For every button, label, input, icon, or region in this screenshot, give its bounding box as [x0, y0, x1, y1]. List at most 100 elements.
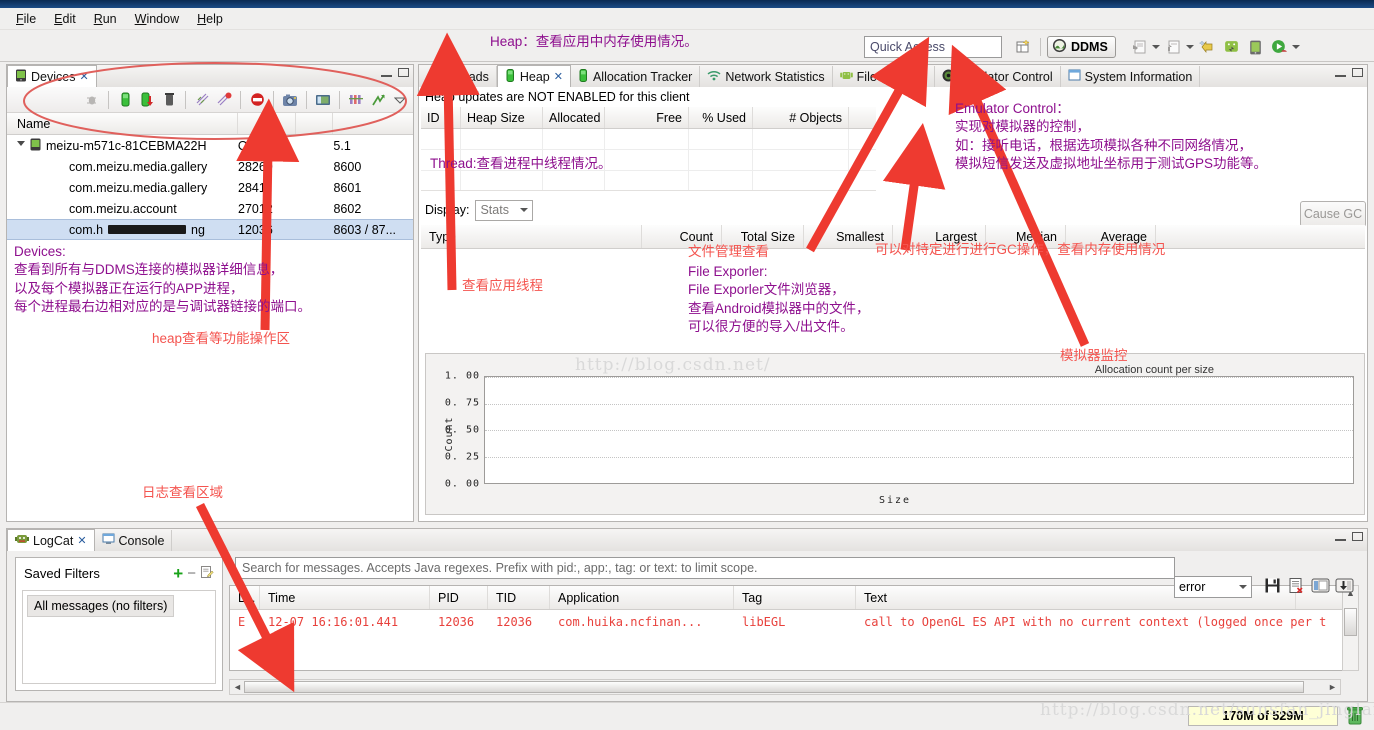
new-wizard-icon[interactable] [1012, 36, 1034, 58]
tab-system-information[interactable]: System Information [1061, 66, 1201, 87]
heap-col-free[interactable]: Free [605, 107, 689, 128]
logcat-col-application[interactable]: Application [550, 586, 734, 609]
display-select[interactable]: Stats [475, 199, 534, 221]
export-icon[interactable] [1162, 36, 1184, 58]
minimize-icon[interactable] [381, 68, 392, 77]
heap-status-indicator[interactable]: 170M of 529M [1188, 706, 1338, 726]
stats-col-count[interactable]: Count [642, 225, 722, 248]
tab-heap[interactable]: Heap ✕ [496, 65, 571, 87]
scroll-thumb-h[interactable] [244, 681, 1304, 693]
menu-item-help[interactable]: Help [189, 10, 231, 28]
table-row[interactable]: meizu-m571c-81CEBMA22H Online 5.1 [7, 135, 413, 156]
save-log-icon[interactable] [1262, 575, 1282, 595]
menu-item-run[interactable]: Run [86, 10, 125, 28]
expand-twisty-icon[interactable] [17, 141, 25, 150]
debug-icon[interactable] [83, 91, 101, 109]
chevron-down-icon-3[interactable] [1292, 45, 1300, 49]
minus-icon[interactable]: − [187, 566, 196, 581]
logcat-col-tag[interactable]: Tag [734, 586, 856, 609]
display-view-icon[interactable] [1310, 575, 1330, 595]
maximize-icon[interactable] [1352, 68, 1363, 77]
avd-manager-icon[interactable] [1244, 36, 1266, 58]
search-input[interactable]: Search for messages. Accepts Java regexe… [235, 557, 1175, 579]
heap-col-id[interactable]: ID [421, 107, 461, 128]
thread-update-icon[interactable] [193, 91, 211, 109]
heap-dump-icon[interactable] [138, 91, 156, 109]
table-row[interactable]: com.meizu.media.gallery 28269 8600 [7, 156, 413, 177]
scroll-left-icon[interactable]: ◄ [230, 680, 245, 694]
next-annotation-icon[interactable] [1196, 36, 1218, 58]
column-header-4[interactable] [333, 113, 413, 134]
logcat-col-tid[interactable]: TID [488, 586, 550, 609]
import-icon[interactable] [1128, 36, 1150, 58]
list-item[interactable]: All messages (no filters) [27, 595, 175, 617]
close-icon[interactable]: ✕ [554, 70, 563, 83]
edit-filter-icon[interactable] [200, 565, 214, 582]
view-menu-icon[interactable] [391, 91, 409, 109]
column-header-name[interactable]: Name [7, 113, 238, 134]
menu-item-file[interactable]: File [8, 10, 44, 28]
minimize-icon[interactable] [1335, 532, 1346, 541]
stats-col-median[interactable]: Median [986, 225, 1066, 248]
minimize-icon[interactable] [1335, 68, 1346, 77]
column-header-3[interactable] [296, 113, 334, 134]
maximize-icon[interactable] [398, 68, 409, 77]
logcat-col-level[interactable]: L... [230, 586, 260, 609]
chevron-down-icon[interactable] [1152, 45, 1160, 49]
hierarchy-viewer-icon[interactable] [369, 91, 387, 109]
logcat-col-time[interactable]: Time [260, 586, 430, 609]
table-row[interactable]: com.meizu.media.gallery 28411 8601 [7, 177, 413, 198]
close-icon[interactable]: ✕ [79, 70, 88, 83]
plus-icon[interactable]: + [173, 565, 183, 582]
stats-col-largest[interactable]: Largest [893, 225, 986, 248]
tab-emulator-control[interactable]: Emulator Control [935, 66, 1061, 87]
right-panel-tabrow: Threads Heap ✕ Allocation Tracker Networ… [419, 65, 1367, 87]
table-row[interactable]: com.meizu.account 27012 8602 [7, 198, 413, 219]
chevron-down-icon-2[interactable] [1186, 45, 1194, 49]
column-header-2[interactable] [238, 113, 296, 134]
tab-allocation-tracker[interactable]: Allocation Tracker [571, 66, 701, 87]
menu-item-edit[interactable]: Edit [46, 10, 84, 28]
stats-col-average[interactable]: Average [1066, 225, 1156, 248]
stats-col-type[interactable]: Type [421, 225, 642, 248]
network-icon [707, 69, 721, 84]
tab-console[interactable]: Console [95, 530, 173, 551]
perspective-ddms-button[interactable]: DDMS [1047, 36, 1116, 58]
heap-update-icon[interactable] [116, 91, 134, 109]
heap-col-heap-size[interactable]: Heap Size [461, 107, 543, 128]
stats-col-total-size[interactable]: Total Size [722, 225, 804, 248]
tab-network-statistics[interactable]: Network Statistics [700, 66, 833, 87]
run-icon[interactable] [1268, 36, 1290, 58]
pixel-perfect-icon[interactable] [347, 91, 365, 109]
close-icon[interactable]: ✕ [77, 534, 86, 547]
log-level-select[interactable]: error [1174, 576, 1252, 598]
logcat-vertical-scrollbar[interactable]: ▲ [1342, 585, 1359, 671]
scroll-thumb[interactable] [1344, 608, 1357, 636]
stats-col-smallest[interactable]: Smallest [804, 225, 893, 248]
heap-col-pct-used[interactable]: % Used [689, 107, 753, 128]
clear-log-icon[interactable] [1286, 575, 1306, 595]
logcat-col-pid[interactable]: PID [430, 586, 488, 609]
trash-icon[interactable] [1346, 706, 1364, 726]
maximize-icon[interactable] [1352, 532, 1363, 541]
menu-item-window[interactable]: Window [127, 10, 187, 28]
heap-col-objects[interactable]: # Objects [753, 107, 849, 128]
table-row[interactable]: E 12-07 16:16:01.441 12036 12036 com.hui… [230, 610, 1358, 634]
table-row-selected[interactable]: com.h ng 12036 8603 / 87... [7, 219, 413, 240]
systrace-icon[interactable] [314, 91, 332, 109]
logcat-horizontal-scrollbar[interactable]: ◄ ► [229, 679, 1341, 695]
tab-threads[interactable]: Threads [419, 66, 497, 87]
cause-gc-button[interactable]: Cause GC [1300, 201, 1366, 227]
screen-capture-icon[interactable] [281, 91, 299, 109]
tab-logcat[interactable]: LogCat ✕ [7, 529, 95, 551]
scroll-lock-icon[interactable] [1334, 575, 1354, 595]
method-profiling-icon[interactable] [215, 91, 233, 109]
gc-icon[interactable] [160, 91, 178, 109]
heap-col-allocated[interactable]: Allocated [543, 107, 605, 128]
tab-file-explorer[interactable]: File Explorer [833, 66, 935, 87]
scroll-right-icon[interactable]: ► [1325, 680, 1340, 694]
stop-icon[interactable] [248, 91, 266, 109]
android-sdk-manager-icon[interactable] [1220, 36, 1242, 58]
tab-devices[interactable]: Devices ✕ [7, 65, 97, 87]
quick-access-input[interactable]: Quick Access [864, 36, 1002, 58]
